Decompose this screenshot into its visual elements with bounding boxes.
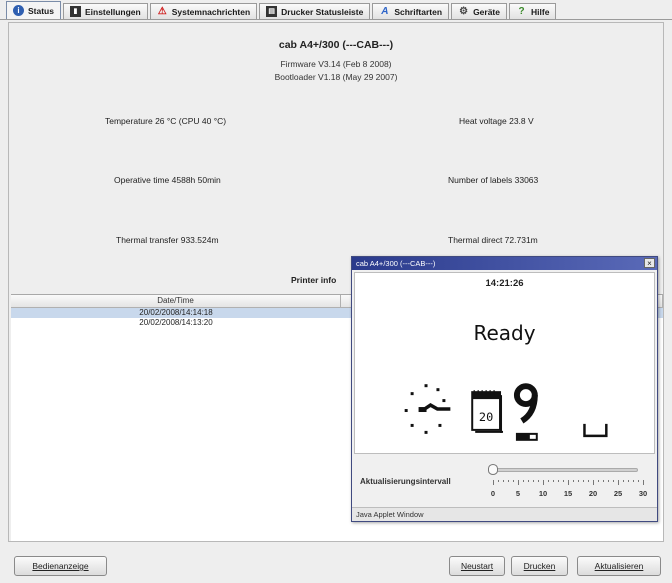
printer-icon: ▤ <box>266 6 278 17</box>
slider-track[interactable] <box>488 468 638 472</box>
media-icon <box>583 423 608 438</box>
tab-label: Hilfe <box>531 6 550 17</box>
slider-tick <box>603 480 604 482</box>
calendar-day: 20 <box>479 410 493 424</box>
slider-tick <box>593 480 594 485</box>
slider-tick <box>638 480 639 482</box>
tab-schriftarten[interactable]: A Schriftarten <box>372 3 450 19</box>
display-status-icons: 20 <box>404 383 608 441</box>
slider-tick <box>563 480 564 482</box>
operative-time-value: Operative time 4588h 50min <box>114 175 221 185</box>
aktualisieren-button[interactable]: Aktualisieren <box>577 556 661 576</box>
thermal-transfer-value: Thermal transfer 933.524m <box>116 235 219 245</box>
slider-tick <box>598 480 599 482</box>
tab-label: Status <box>28 5 54 16</box>
printer-info-label: Printer info <box>291 275 337 285</box>
printer-name: cab A4+/300 (---CAB---) <box>278 39 394 51</box>
bedienanzeige-button[interactable]: Bedienanzeige <box>14 556 107 576</box>
printer-display-window: cab A4+/300 (---CAB---) × 14:21:26 Ready <box>351 256 658 522</box>
slider-tick <box>493 480 494 485</box>
slider-tick <box>538 480 539 482</box>
slider-tick-label: 10 <box>538 489 548 498</box>
neustart-button[interactable]: Neustart <box>449 556 505 576</box>
tab-drucker-statusleiste[interactable]: ▤ Drucker Statusleiste <box>259 3 371 19</box>
slider-tick-label: 15 <box>563 489 573 498</box>
slider-tick <box>628 480 629 482</box>
slider-tick-labels: 0 5 10 15 20 25 30 <box>488 489 648 499</box>
slider-tick <box>498 480 499 482</box>
slider-tick-label: 30 <box>638 489 648 498</box>
tab-label: Geräte <box>473 6 500 17</box>
slider-tick <box>508 480 509 482</box>
tab-label: Systemnachrichten <box>171 6 251 17</box>
calendar-icon: 20 <box>471 390 504 433</box>
font-icon: A <box>381 6 389 17</box>
slider-tick <box>518 480 519 485</box>
heat-voltage-value: Heat voltage 23.8 V <box>459 116 534 126</box>
ribbon-icon <box>513 383 538 441</box>
close-icon[interactable]: × <box>644 258 655 268</box>
tab-bar: i Status ▮ Einstellungen ⚠ Systemnachric… <box>0 0 672 20</box>
bootloader-version: Bootloader V1.18 (May 29 2007) <box>274 72 398 82</box>
slider-tick <box>503 480 504 482</box>
slider-ticks <box>488 480 644 486</box>
slider-tick <box>643 480 644 485</box>
slider-tick <box>523 480 524 482</box>
tab-geraete[interactable]: ⚙ Geräte <box>451 3 507 19</box>
slider-tick <box>513 480 514 482</box>
firmware-version: Firmware V3.14 (Feb 8 2008) <box>280 59 392 69</box>
slider-tick <box>578 480 579 482</box>
thermal-direct-value: Thermal direct 72.731m <box>448 235 538 245</box>
warning-icon: ⚠ <box>157 6 167 17</box>
slider-tick <box>568 480 569 485</box>
temperature-value: Temperature 26 °C (CPU 40 °C) <box>105 116 227 126</box>
number-of-labels-value: Number of labels 33063 <box>448 175 539 185</box>
help-icon: ? <box>518 6 525 17</box>
info-icon: i <box>13 5 24 16</box>
slider-tick <box>588 480 589 482</box>
slider-tick <box>583 480 584 482</box>
slider-tick <box>528 480 529 482</box>
slider-tick-label: 0 <box>490 489 496 498</box>
tab-label: Drucker Statusleiste <box>281 6 364 17</box>
clock-icon <box>404 384 451 434</box>
display-status: Ready <box>473 321 536 345</box>
update-interval-label: Aktualisierungsintervall <box>360 477 451 486</box>
printer-lcd-display: 14:21:26 Ready 20 <box>354 272 655 454</box>
slider-tick <box>553 480 554 482</box>
slider-tick <box>573 480 574 482</box>
table-cell-datetime: 20/02/2008/14:14:18 <box>139 308 213 317</box>
slider-tick-label: 20 <box>588 489 598 498</box>
slider-tick <box>558 480 559 482</box>
window-title: cab A4+/300 (---CAB---) <box>356 259 436 268</box>
slider-tick <box>618 480 619 485</box>
slider-tick-label: 5 <box>515 489 521 498</box>
slider-tick <box>613 480 614 482</box>
tab-systemnachrichten[interactable]: ⚠ Systemnachrichten <box>149 3 258 19</box>
slider-tick <box>548 480 549 482</box>
settings-icon: ▮ <box>69 6 81 17</box>
tab-status[interactable]: i Status <box>6 1 61 19</box>
slider-tick <box>623 480 624 482</box>
tab-label: Schriftarten <box>394 6 443 17</box>
drucken-button[interactable]: Drucken <box>511 556 568 576</box>
slider-tick-label: 25 <box>613 489 623 498</box>
table-cell-datetime: 20/02/2008/14:13:20 <box>139 318 213 327</box>
tab-label: Einstellungen <box>84 6 141 17</box>
display-time: 14:21:26 <box>485 278 524 289</box>
slider-thumb[interactable] <box>488 464 498 475</box>
slider-tick <box>533 480 534 482</box>
applet-window-footer: Java Applet Window <box>352 507 657 521</box>
slider-tick <box>608 480 609 482</box>
column-header-datetime[interactable]: Date/Time <box>11 295 341 307</box>
update-interval-slider[interactable]: 0 5 10 15 20 25 30 <box>488 462 648 502</box>
slider-tick <box>543 480 544 485</box>
devices-icon: ⚙ <box>459 6 469 17</box>
tab-einstellungen[interactable]: ▮ Einstellungen <box>62 3 148 19</box>
slider-tick <box>633 480 634 482</box>
window-title-bar[interactable]: cab A4+/300 (---CAB---) × <box>352 257 657 270</box>
tab-hilfe[interactable]: ? Hilfe <box>509 3 557 19</box>
